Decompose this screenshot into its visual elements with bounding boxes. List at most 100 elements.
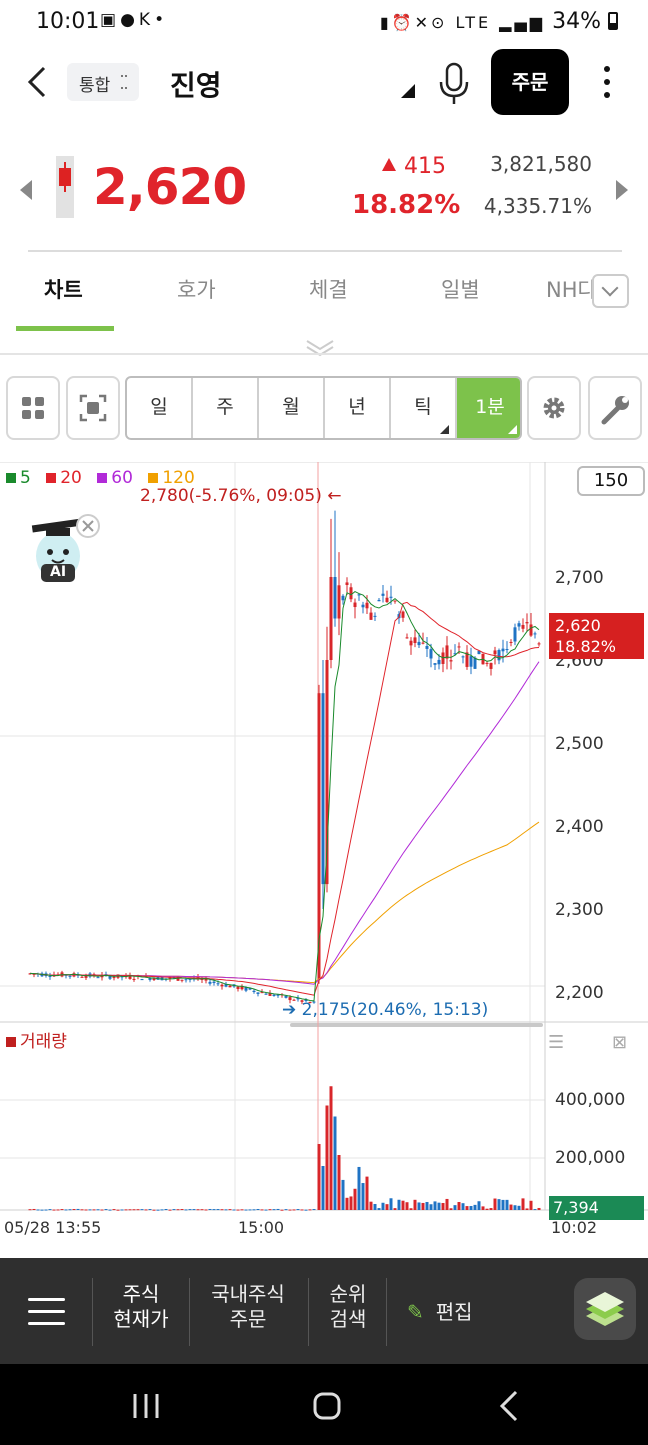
settings-button[interactable] bbox=[527, 376, 581, 440]
volume-bar bbox=[437, 1202, 441, 1210]
period-1min[interactable]: 1분 bbox=[457, 378, 520, 438]
candle-body bbox=[369, 612, 373, 620]
volume-bar bbox=[204, 1209, 208, 1211]
grid-icon bbox=[22, 397, 44, 419]
volume-bar bbox=[533, 1209, 537, 1211]
prev-stock-arrow-icon[interactable] bbox=[20, 180, 32, 200]
edit-button[interactable]: ✎ 편집 bbox=[407, 1296, 473, 1325]
ma120-swatch bbox=[148, 473, 159, 483]
volume-bar bbox=[212, 1209, 216, 1211]
quote-panel: 2,620 415 18.82% 3,821,580 4,335.71% bbox=[0, 124, 648, 254]
volume-bar bbox=[361, 1183, 365, 1210]
volume-menu-icon[interactable]: ☰ bbox=[548, 1032, 564, 1053]
tab-daily[interactable]: 일별 bbox=[441, 274, 480, 304]
volume-bar bbox=[469, 1206, 473, 1210]
menu-icon[interactable] bbox=[28, 1298, 65, 1325]
candle-body bbox=[473, 657, 477, 669]
candle-body bbox=[373, 615, 377, 617]
low-annotation: ➔ 2,175(20.46%, 15:13) bbox=[282, 1000, 488, 1020]
more-menu-icon[interactable] bbox=[601, 66, 613, 100]
capture-button[interactable] bbox=[66, 376, 120, 440]
volume-bar bbox=[176, 1209, 180, 1211]
tools-button[interactable] bbox=[588, 376, 642, 440]
volume-bar bbox=[325, 1105, 329, 1210]
volume-close-icon[interactable]: ⊠ bbox=[612, 1032, 627, 1053]
candle-body bbox=[537, 643, 541, 645]
chart-area[interactable]: 5 20 60 120 150 2,780(-5.76%, 09:05) ← ➔… bbox=[0, 462, 648, 1262]
volume-bar bbox=[88, 1209, 92, 1211]
candle-body bbox=[401, 611, 405, 618]
grid-layout-button[interactable] bbox=[6, 376, 60, 440]
period-year[interactable]: 년 bbox=[325, 378, 391, 438]
volume-bar bbox=[493, 1198, 497, 1210]
divider bbox=[28, 250, 622, 252]
period-month[interactable]: 월 bbox=[259, 378, 325, 438]
divider bbox=[308, 1278, 309, 1346]
period-tick[interactable]: 틱 bbox=[391, 378, 457, 438]
volume-bar bbox=[188, 1209, 192, 1211]
stock-dropdown-icon[interactable] bbox=[401, 84, 415, 98]
volume-bar bbox=[236, 1209, 240, 1211]
candle-body bbox=[513, 627, 517, 642]
candle-body bbox=[112, 977, 116, 979]
tab-chart[interactable]: 차트 bbox=[44, 274, 83, 304]
order-button[interactable]: 주문 bbox=[491, 49, 569, 115]
volume-bar bbox=[345, 1197, 349, 1210]
volume-bar bbox=[124, 1209, 128, 1211]
dropdown-corner-icon bbox=[440, 425, 449, 434]
candle-body bbox=[385, 597, 389, 603]
volume-bar bbox=[184, 1209, 188, 1211]
tab-orderbook[interactable]: 호가 bbox=[177, 274, 216, 304]
volume-bar bbox=[473, 1204, 477, 1210]
scope-selector-button[interactable]: 통합 bbox=[67, 63, 139, 101]
nav-label: 검색 bbox=[329, 1307, 367, 1331]
candle-body bbox=[317, 693, 321, 980]
candle-body bbox=[252, 990, 256, 992]
trade-volume: 3,821,580 bbox=[490, 152, 592, 176]
right-arrow-icon: ➔ bbox=[282, 1000, 297, 1020]
tab-more-chevron-icon[interactable] bbox=[592, 274, 629, 308]
price-change-percent: 18.82% bbox=[352, 190, 461, 220]
volume-bar bbox=[260, 1209, 264, 1211]
layers-button[interactable] bbox=[574, 1278, 636, 1340]
candle-body bbox=[365, 602, 369, 609]
next-stock-arrow-icon[interactable] bbox=[616, 180, 628, 200]
microphone-icon[interactable] bbox=[436, 62, 472, 106]
volume-legend[interactable]: 거래량 bbox=[6, 1027, 67, 1052]
volume-bar bbox=[96, 1209, 100, 1211]
volume-bar bbox=[333, 1116, 337, 1210]
ma-legend[interactable]: 5 20 60 120 bbox=[6, 468, 205, 488]
candle-body bbox=[413, 637, 417, 643]
ai-assistant-button[interactable]: AI bbox=[26, 514, 100, 584]
candle-body bbox=[501, 648, 505, 652]
recent-apps-icon[interactable] bbox=[131, 1392, 161, 1420]
volume-bar bbox=[52, 1209, 56, 1211]
stock-name[interactable]: 진영 bbox=[170, 64, 222, 104]
candle-body bbox=[337, 585, 341, 619]
volume-bar bbox=[409, 1208, 413, 1210]
tab-nh[interactable]: NH다 bbox=[546, 274, 592, 304]
volume-bar bbox=[521, 1198, 525, 1210]
home-icon[interactable] bbox=[312, 1391, 342, 1421]
period-day[interactable]: 일 bbox=[127, 378, 193, 438]
nav-rank-search[interactable]: 순위 검색 bbox=[314, 1282, 382, 1332]
candle-body bbox=[457, 646, 461, 648]
candle-body bbox=[329, 577, 333, 660]
tab-trades[interactable]: 체결 bbox=[309, 274, 348, 304]
back-icon[interactable] bbox=[26, 66, 48, 98]
low-annotation-text: 2,175(20.46%, 15:13) bbox=[301, 1000, 489, 1020]
volume-swatch bbox=[6, 1037, 16, 1047]
status-time: 10:01 bbox=[36, 9, 100, 34]
volume-bar bbox=[489, 1208, 493, 1210]
nav-domestic-order[interactable]: 국내주식 주문 bbox=[196, 1282, 300, 1332]
volume-bar bbox=[317, 1144, 321, 1210]
volume-bar bbox=[220, 1209, 224, 1211]
nav-stock-price[interactable]: 주식 현재가 bbox=[100, 1282, 182, 1332]
volume-bar bbox=[365, 1176, 369, 1210]
volume-bar bbox=[108, 1209, 112, 1211]
up-triangle-icon bbox=[382, 158, 396, 171]
period-week[interactable]: 주 bbox=[193, 378, 259, 438]
dropdown-corner-icon bbox=[508, 425, 517, 434]
zoom-count-box[interactable]: 150 bbox=[577, 466, 645, 496]
back-nav-icon[interactable] bbox=[498, 1390, 520, 1422]
